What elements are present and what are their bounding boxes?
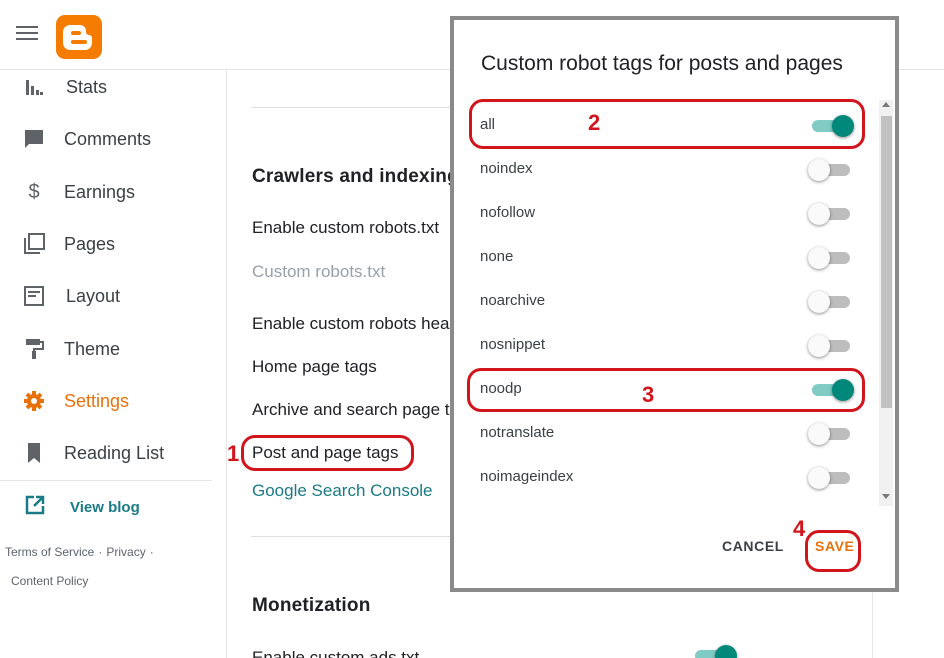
- footer-separator: ·: [98, 545, 103, 559]
- robot-tags-list: all noindex nofollow none noarchive nosn…: [454, 104, 879, 508]
- layout-icon: [22, 284, 46, 308]
- sidebar-item-settings[interactable]: Settings: [0, 381, 212, 421]
- content-policy-link[interactable]: Content Policy: [11, 574, 88, 588]
- terms-link[interactable]: Terms of Service: [5, 545, 94, 559]
- tag-label: noimageindex: [480, 468, 574, 485]
- pages-icon: [22, 232, 46, 256]
- section-divider: [251, 107, 451, 108]
- tag-label: noarchive: [480, 292, 546, 309]
- annotation-number-1: 1: [227, 441, 240, 466]
- sidebar-item-label: Settings: [64, 390, 130, 411]
- bookmark-icon: [22, 441, 46, 465]
- sidebar-item-reading-list[interactable]: Reading List: [0, 433, 212, 473]
- toggle-knob: [808, 247, 830, 269]
- tag-label: nofollow: [480, 204, 536, 221]
- sidebar-item-layout[interactable]: Layout: [0, 276, 212, 316]
- ads-txt-toggle[interactable]: [691, 644, 737, 658]
- sidebar: Stats Comments $ Earnings Pages Layout T…: [0, 70, 226, 658]
- section-title-monetization: Monetization: [252, 595, 371, 616]
- toggle-knob: [808, 159, 830, 181]
- paint-roller-icon: [22, 337, 46, 361]
- annotation-number-3: 3: [642, 382, 655, 407]
- annotation-box-1: [241, 435, 414, 471]
- tag-row-none: none: [454, 236, 874, 280]
- scroll-thumb[interactable]: [881, 116, 892, 408]
- dialog-scrollbar[interactable]: [879, 100, 893, 506]
- blogger-logo[interactable]: [56, 15, 102, 59]
- toggle-knob: [808, 291, 830, 313]
- sidebar-item-label: Theme: [64, 338, 121, 359]
- dollar-icon: $: [28, 180, 40, 203]
- sidebar-item-comments[interactable]: Comments: [0, 119, 212, 159]
- view-blog-link[interactable]: View blog: [0, 490, 212, 524]
- tag-toggle-nosnippet[interactable]: [808, 334, 854, 358]
- tag-toggle-none[interactable]: [808, 246, 854, 270]
- section-divider: [251, 536, 451, 537]
- section-title-crawlers: Crawlers and indexing: [252, 166, 459, 187]
- toggle-knob: [808, 467, 830, 489]
- toggle-knob: [808, 335, 830, 357]
- tag-label: noindex: [480, 160, 533, 177]
- sidebar-item-theme[interactable]: Theme: [0, 329, 212, 369]
- annotation-number-2: 2: [588, 110, 601, 135]
- toggle-knob: [715, 645, 737, 658]
- sidebar-item-label: Layout: [66, 285, 121, 306]
- view-blog-label: View blog: [70, 498, 140, 516]
- tag-label: nosnippet: [480, 336, 546, 353]
- footer-links: Terms of Service · Privacy · Content Policy: [5, 538, 215, 596]
- tag-row-nofollow: nofollow: [454, 192, 874, 236]
- gear-icon: [22, 389, 46, 413]
- tag-row-noindex: noindex: [454, 148, 874, 192]
- search-console-link[interactable]: Google Search Console: [252, 481, 433, 501]
- tag-label: notranslate: [480, 424, 555, 441]
- sidebar-item-stats[interactable]: Stats: [0, 67, 212, 107]
- enable-robots-txt-setting[interactable]: Enable custom robots.txt: [252, 218, 439, 238]
- open-external-icon: [24, 494, 46, 521]
- enable-ads-txt-setting[interactable]: Enable custom ads.txt: [252, 648, 419, 658]
- tag-toggle-noarchive[interactable]: [808, 290, 854, 314]
- footer-separator: ·: [149, 545, 154, 559]
- sidebar-item-label: Pages: [64, 233, 116, 254]
- annotation-number-4: 4: [793, 516, 806, 541]
- annotation-box-2: [469, 99, 865, 149]
- sidebar-item-label: Comments: [64, 128, 152, 149]
- scroll-down-icon[interactable]: [882, 494, 890, 499]
- tag-toggle-noimageindex[interactable]: [808, 466, 854, 490]
- tag-toggle-noindex[interactable]: [808, 158, 854, 182]
- annotation-box-4: [805, 530, 861, 572]
- tag-toggle-nofollow[interactable]: [808, 202, 854, 226]
- tag-label: none: [480, 248, 514, 265]
- home-page-tags-setting[interactable]: Home page tags: [252, 357, 377, 377]
- sidebar-item-earnings[interactable]: $ Earnings: [0, 172, 212, 212]
- tag-row-noarchive: noarchive: [454, 280, 874, 324]
- sidebar-divider: [0, 480, 212, 481]
- stats-icon: [22, 75, 46, 99]
- tag-row-noimageindex: noimageindex: [454, 456, 874, 500]
- tag-row-nosnippet: nosnippet: [454, 324, 874, 368]
- scroll-up-icon[interactable]: [882, 102, 890, 107]
- sidebar-item-label: Earnings: [64, 181, 136, 202]
- tag-toggle-notranslate[interactable]: [808, 422, 854, 446]
- sidebar-item-label: Reading List: [64, 442, 165, 463]
- annotation-box-3: [467, 368, 865, 412]
- sidebar-item-label: Stats: [66, 76, 108, 97]
- dialog-title: Custom robot tags for posts and pages: [481, 52, 843, 75]
- menu-icon[interactable]: [16, 26, 38, 44]
- toggle-knob: [808, 203, 830, 225]
- toggle-knob: [808, 423, 830, 445]
- cancel-button[interactable]: CANCEL: [722, 538, 784, 554]
- privacy-link[interactable]: Privacy: [106, 545, 145, 559]
- comment-icon: [22, 127, 46, 151]
- sidebar-item-pages[interactable]: Pages: [0, 224, 212, 264]
- custom-robots-txt-setting: Custom robots.txt: [252, 262, 386, 281]
- archive-search-tags-setting[interactable]: Archive and search page tags: [252, 400, 477, 420]
- tag-row-notranslate: notranslate: [454, 412, 874, 456]
